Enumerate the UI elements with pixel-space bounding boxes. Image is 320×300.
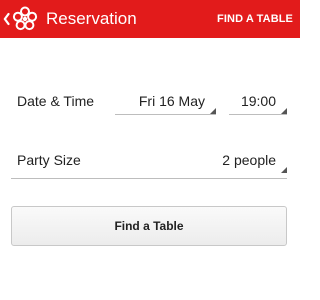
dropdown-triangle-icon bbox=[281, 167, 287, 173]
party-size-underline bbox=[11, 178, 287, 179]
app-bar: Reservation FIND A TABLE bbox=[0, 0, 300, 38]
dropdown-triangle-icon bbox=[210, 108, 216, 114]
flower-logo-icon bbox=[12, 6, 38, 31]
find-a-table-button[interactable]: Find a Table bbox=[11, 206, 287, 246]
find-a-table-action[interactable]: FIND A TABLE bbox=[217, 0, 293, 38]
page-title: Reservation bbox=[46, 9, 137, 28]
dropdown-triangle-icon bbox=[281, 108, 287, 114]
date-time-label: Date & Time bbox=[17, 93, 95, 109]
date-spinner[interactable]: Fri 16 May bbox=[115, 93, 216, 115]
date-value: Fri 16 May bbox=[138, 93, 205, 109]
time-spinner[interactable]: 19:00 bbox=[229, 93, 287, 115]
time-value: 19:00 bbox=[240, 93, 276, 109]
party-size-value: 2 people bbox=[222, 152, 276, 168]
up-navigation[interactable] bbox=[0, 0, 39, 38]
party-size-spinner[interactable]: 2 people bbox=[11, 152, 287, 174]
chevron-left-icon bbox=[3, 12, 10, 26]
